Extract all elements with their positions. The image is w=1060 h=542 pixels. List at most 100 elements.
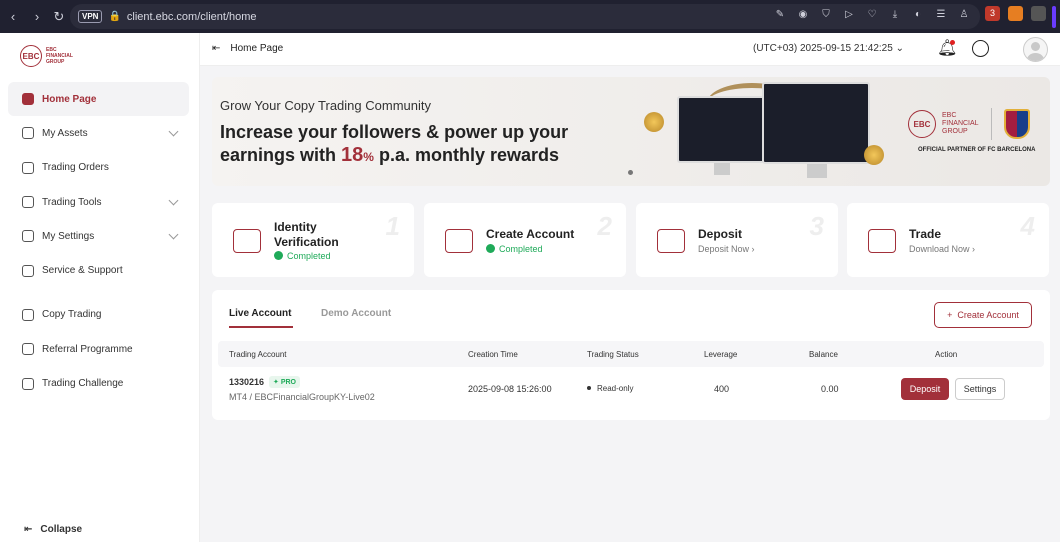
sidebar-handle[interactable] — [1052, 6, 1056, 28]
step-title-line-1: Identity — [274, 220, 317, 234]
sidebar-item-trading-challenge[interactable]: Trading Challenge — [8, 366, 189, 400]
deposit-now-link[interactable]: Deposit Now › — [698, 244, 755, 254]
promo-banner[interactable]: Grow Your Copy Trading Community Increas… — [212, 77, 1050, 186]
step-status: Completed — [274, 251, 331, 261]
sidebar-item-label: My Assets — [42, 127, 88, 139]
create-account-button[interactable]: + Create Account — [934, 302, 1032, 328]
coin-image — [644, 112, 664, 132]
ebc-logo-mark: EBC — [908, 110, 936, 138]
deposit-button[interactable]: Deposit — [901, 378, 949, 400]
id-card-icon — [233, 229, 261, 253]
banner-line-1: Increase your followers & power up your — [220, 122, 569, 142]
edit-icon[interactable]: ✎ — [774, 9, 786, 21]
menu-fold-icon[interactable]: ⇤ — [212, 43, 220, 54]
vpn-badge[interactable]: VPN — [78, 10, 103, 23]
menu-icon[interactable]: ☰ — [935, 9, 947, 21]
ebc-logo-mark: EBC — [20, 45, 42, 67]
copy-icon — [22, 308, 34, 321]
sidebar-item-label: Trading Challenge — [42, 378, 124, 390]
settings-icon — [22, 230, 34, 243]
trading-status: Read-only — [587, 384, 633, 393]
ebc-wordmark-line-2: FINANCIAL — [942, 120, 979, 127]
step-create-account[interactable]: Create Account Completed 2 — [424, 203, 626, 277]
collapse-button[interactable]: ⇤ Collapse — [24, 524, 82, 535]
column-header: Creation Time — [468, 350, 518, 359]
status-dot — [587, 386, 591, 390]
step-title: Trade — [909, 227, 942, 241]
tab-live-account[interactable]: Live Account — [229, 308, 294, 328]
table-row: 1330216 ✦ PRO MT4 / EBCFinancialGroupKY-… — [218, 370, 1044, 410]
tools-icon — [22, 196, 34, 209]
timezone-clock[interactable]: (UTC+03) 2025-09-15 21:42:25 ⌄ — [753, 43, 904, 54]
sidebar-item-service-support[interactable]: Service & Support — [8, 253, 189, 287]
step-identity-verification[interactable]: Identity Verification Completed 1 — [212, 203, 414, 277]
download-now-link[interactable]: Download Now › — [909, 244, 975, 254]
column-header: Leverage — [704, 350, 738, 359]
status-text: Read-only — [597, 384, 634, 393]
accounts-panel: Live Account Demo Account + Create Accou… — [212, 290, 1050, 420]
download-icon[interactable]: ⤓ — [889, 9, 901, 21]
carousel-dot[interactable] — [628, 170, 633, 175]
banner-rate-pct: % — [363, 150, 374, 164]
sidebar-item-label: Home Page — [42, 93, 97, 105]
partner-text: OFFICIAL PARTNER OF FC BARCELONA — [918, 147, 1036, 153]
address-bar[interactable]: VPN 🔒 client.ebc.com/client/home ✎ ◉ ⛉ ▷… — [70, 4, 980, 29]
shield-icon[interactable]: ⛉ — [820, 9, 832, 21]
account-server: MT4 / EBCFinancialGroupKY-Live02 — [229, 392, 375, 402]
sidebar-item-referral[interactable]: Referral Programme — [8, 332, 189, 366]
url-text[interactable]: client.ebc.com/client/home — [127, 11, 257, 23]
account-number: 1330216 — [229, 377, 265, 387]
sidebar-item-label: Service & Support — [42, 265, 123, 277]
step-number: 1 — [385, 211, 400, 241]
banner-rate: 18 — [341, 144, 364, 166]
clock-text: (UTC+03) 2025-09-15 21:42:25 — [753, 43, 893, 54]
avatar[interactable] — [1023, 37, 1048, 62]
column-header: Trading Status — [587, 350, 639, 359]
camera-icon[interactable]: ◉ — [797, 9, 809, 21]
page-title: Home Page — [230, 43, 284, 54]
extension-icon-1[interactable]: 3 — [985, 6, 1000, 21]
extension-icon-2[interactable] — [1008, 6, 1023, 21]
account-icon[interactable]: ♙ — [958, 9, 970, 21]
sidebar: EBC EBC FINANCIAL GROUP Home Page My Ass… — [0, 33, 200, 542]
step-status: Completed — [486, 244, 543, 254]
ebc-barcelona-logo: EBC EBC FINANCIAL GROUP — [908, 108, 1030, 140]
column-header: Trading Account — [229, 350, 287, 359]
banner-line-2-post: p.a. monthly rewards — [373, 145, 559, 165]
step-deposit[interactable]: Deposit Deposit Now › 3 — [636, 203, 838, 277]
sidebar-item-label: My Settings — [42, 230, 95, 242]
sidebar-item-my-settings[interactable]: My Settings — [8, 219, 189, 253]
account-card-icon — [445, 229, 473, 253]
step-title-line-2: Verification — [274, 235, 339, 249]
reload-icon[interactable]: ↻ — [48, 9, 70, 25]
orders-icon — [22, 161, 34, 174]
forward-icon[interactable]: › — [26, 9, 48, 24]
sidebar-item-home[interactable]: Home Page — [8, 82, 189, 117]
sidebar-item-my-assets[interactable]: My Assets — [8, 116, 189, 150]
send-icon[interactable]: ▷ — [843, 9, 855, 21]
tab-demo-account[interactable]: Demo Account — [321, 308, 391, 319]
sidebar-item-trading-orders[interactable]: Trading Orders — [8, 151, 189, 185]
trophy-icon — [22, 377, 34, 390]
pro-badge: ✦ PRO — [269, 376, 300, 388]
collapse-icon: ⇤ — [24, 524, 33, 535]
monitor-stand-left — [714, 163, 730, 175]
banner-line-2-pre: earnings with — [220, 145, 342, 165]
monitor-image-right — [762, 82, 870, 164]
sidebar-item-trading-tools[interactable]: Trading Tools — [8, 185, 189, 219]
sidebar-item-copy-trading[interactable]: Copy Trading — [8, 298, 189, 332]
step-number: 4 — [1020, 211, 1035, 241]
extensions-cube-icon[interactable] — [1031, 6, 1046, 21]
settings-button[interactable]: Settings — [955, 378, 1005, 400]
chart-icon — [868, 229, 896, 253]
language-globe-icon[interactable] — [972, 40, 989, 57]
lock-icon: 🔒 — [108, 11, 121, 22]
step-trade[interactable]: Trade Download Now › 4 — [847, 203, 1049, 277]
toggle-icon[interactable]: ◐ — [912, 9, 924, 21]
chevron-down-icon — [168, 126, 179, 137]
back-icon[interactable]: ‹ — [2, 9, 24, 24]
heart-icon[interactable]: ♡ — [866, 9, 878, 21]
ebc-logo[interactable]: EBC EBC FINANCIAL GROUP — [20, 45, 73, 67]
home-icon — [22, 93, 34, 106]
logo-line-3: GROUP — [46, 59, 65, 65]
